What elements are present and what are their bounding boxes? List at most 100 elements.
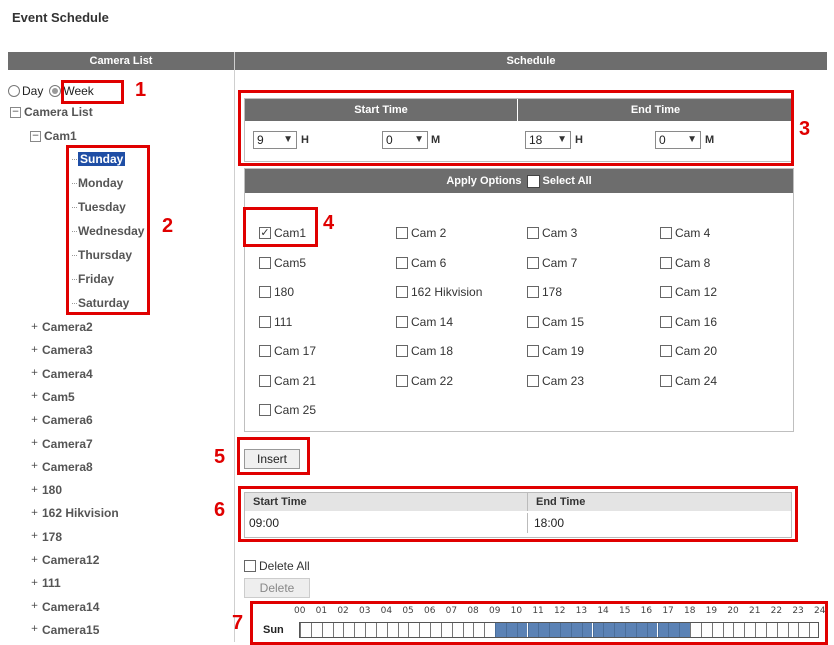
camera-checkbox-label: 178 [542, 285, 563, 299]
camera-checkbox-label: Cam5 [274, 255, 307, 270]
expand-icon[interactable]: + [30, 439, 39, 448]
camera-checkbox[interactable] [527, 315, 539, 328]
camera-checkbox-item[interactable]: Cam 21 [259, 374, 316, 388]
tree-item-camera[interactable]: + Camera7 [30, 435, 93, 453]
tree-item-label: 162 Hikvision [42, 506, 119, 521]
tree-item-camera[interactable]: + Camera8 [30, 458, 93, 476]
tree-item-camera[interactable]: + Camera12 [30, 551, 99, 569]
expand-icon[interactable]: + [30, 625, 39, 635]
camera-checkbox[interactable] [660, 227, 672, 239]
tree-item-camera[interactable]: + Camera14 [30, 598, 99, 616]
expand-icon[interactable]: + [30, 485, 39, 495]
camera-checkbox-item[interactable]: 178 [527, 285, 562, 299]
camera-checkbox-item[interactable]: Cam 22 [396, 374, 453, 388]
camera-checkbox-item[interactable]: Cam 8 [660, 256, 710, 270]
tree-item-camera[interactable]: + Cam5 [30, 388, 75, 406]
apply-options-panel: Apply Options Select All ✓ Cam1 Cam 2 Cam 3… [244, 168, 794, 432]
camera-checkbox-item[interactable]: Cam 6 [396, 256, 446, 270]
camera-checkbox-item[interactable]: Cam5 [259, 256, 306, 270]
tree-item-camera[interactable]: + Camera6 [30, 411, 93, 429]
camera-checkbox[interactable] [396, 345, 408, 357]
expand-icon[interactable]: + [30, 462, 39, 472]
tree-item-cam1[interactable]: − Cam1 [30, 127, 77, 145]
tree-item-camera[interactable]: +178 [30, 528, 62, 546]
expand-icon[interactable]: + [30, 508, 39, 518]
collapse-icon[interactable]: − [10, 106, 21, 118]
expand-icon[interactable]: + [30, 555, 39, 565]
week-radio[interactable] [49, 85, 62, 97]
camera-checkbox-label: Cam 6 [411, 255, 447, 270]
tree-item-label: Camera6 [42, 413, 93, 428]
camera-checkbox[interactable] [259, 256, 271, 269]
day-radio[interactable] [8, 85, 20, 97]
tree-item-camera[interactable]: + Camera4 [30, 365, 93, 383]
camera-checkbox[interactable] [527, 227, 539, 239]
camera-list-header: Camera List [8, 52, 234, 70]
camera-checkbox[interactable] [396, 315, 408, 328]
expand-icon[interactable]: + [30, 578, 39, 588]
camera-checkbox[interactable] [259, 374, 271, 387]
camera-checkbox[interactable] [660, 315, 672, 328]
collapse-icon[interactable]: − [30, 130, 41, 142]
camera-checkbox-item[interactable]: Cam 17 [259, 344, 316, 358]
delete-all-checkbox[interactable] [244, 560, 256, 572]
expand-icon[interactable]: + [30, 415, 39, 425]
camera-checkbox-item[interactable]: Cam 3 [527, 226, 577, 240]
camera-checkbox[interactable] [660, 374, 672, 387]
camera-checkbox-item[interactable]: Cam 23 [527, 374, 584, 388]
camera-checkbox[interactable] [396, 374, 408, 387]
tree-item-label: Camera4 [42, 366, 93, 381]
tree-item-camera[interactable]: + Camera15 [30, 621, 99, 639]
camera-checkbox-item[interactable]: Cam 20 [660, 344, 717, 358]
expand-icon[interactable]: + [30, 392, 39, 402]
camera-checkbox-label: Cam 2 [411, 226, 447, 240]
camera-checkbox-item[interactable]: Cam 15 [527, 315, 584, 329]
camera-checkbox-item[interactable]: Cam 25 [259, 403, 316, 417]
camera-checkbox-item[interactable]: Cam 2 [396, 226, 446, 240]
camera-checkbox-item[interactable]: 180 [259, 285, 294, 299]
camera-checkbox-item[interactable]: 111 [259, 315, 292, 329]
camera-checkbox[interactable] [660, 345, 672, 357]
camera-checkbox[interactable] [527, 256, 539, 269]
camera-checkbox-item[interactable]: Cam 24 [660, 374, 717, 388]
annotation-number-1: 1 [135, 79, 147, 101]
camera-checkbox-item[interactable]: Cam 12 [660, 285, 717, 299]
camera-checkbox[interactable] [259, 345, 271, 357]
tree-item-camera[interactable]: +111 [30, 574, 61, 592]
camera-checkbox[interactable] [660, 256, 672, 269]
delete-all-control[interactable]: Delete All [244, 559, 310, 573]
tree-root[interactable]: − Camera List [10, 103, 93, 121]
camera-checkbox[interactable] [396, 286, 408, 298]
tree-item-camera[interactable]: + Camera2 [30, 318, 93, 336]
camera-checkbox[interactable] [660, 286, 672, 298]
camera-checkbox[interactable] [396, 256, 408, 269]
annotation-box-5 [237, 437, 310, 475]
camera-checkbox-item[interactable]: 162 Hikvision [396, 285, 482, 299]
camera-checkbox[interactable] [527, 374, 539, 387]
camera-checkbox-item[interactable]: Cam 16 [660, 315, 717, 329]
camera-checkbox-item[interactable]: Cam 14 [396, 315, 453, 329]
camera-checkbox[interactable] [259, 286, 271, 298]
camera-checkbox[interactable] [527, 345, 539, 357]
camera-checkbox-label: Cam 12 [675, 285, 718, 299]
annotation-number-6: 6 [214, 499, 226, 521]
expand-icon[interactable]: + [30, 532, 39, 542]
tree-item-camera[interactable]: + Camera3 [30, 341, 93, 359]
camera-checkbox[interactable] [259, 404, 271, 416]
expand-icon[interactable]: + [30, 602, 39, 612]
tree-item-camera[interactable]: +180 [30, 481, 62, 499]
select-all-checkbox[interactable] [526, 174, 540, 188]
camera-checkbox-item[interactable]: Cam 18 [396, 344, 453, 358]
expand-icon[interactable]: + [30, 369, 39, 379]
tree-item-camera[interactable]: +162 Hikvision [30, 504, 119, 522]
camera-checkbox[interactable] [527, 286, 539, 298]
camera-checkbox-item[interactable]: Cam 7 [527, 256, 577, 270]
camera-checkbox[interactable] [259, 315, 271, 328]
camera-checkbox-item[interactable]: Cam 19 [527, 344, 584, 358]
expand-icon[interactable]: + [30, 322, 39, 332]
schedule-header: Schedule [235, 52, 827, 70]
expand-icon[interactable]: + [30, 345, 39, 355]
camera-checkbox-item[interactable]: Cam 4 [660, 226, 710, 240]
camera-checkbox[interactable] [396, 227, 408, 239]
delete-button[interactable]: Delete [244, 578, 310, 598]
